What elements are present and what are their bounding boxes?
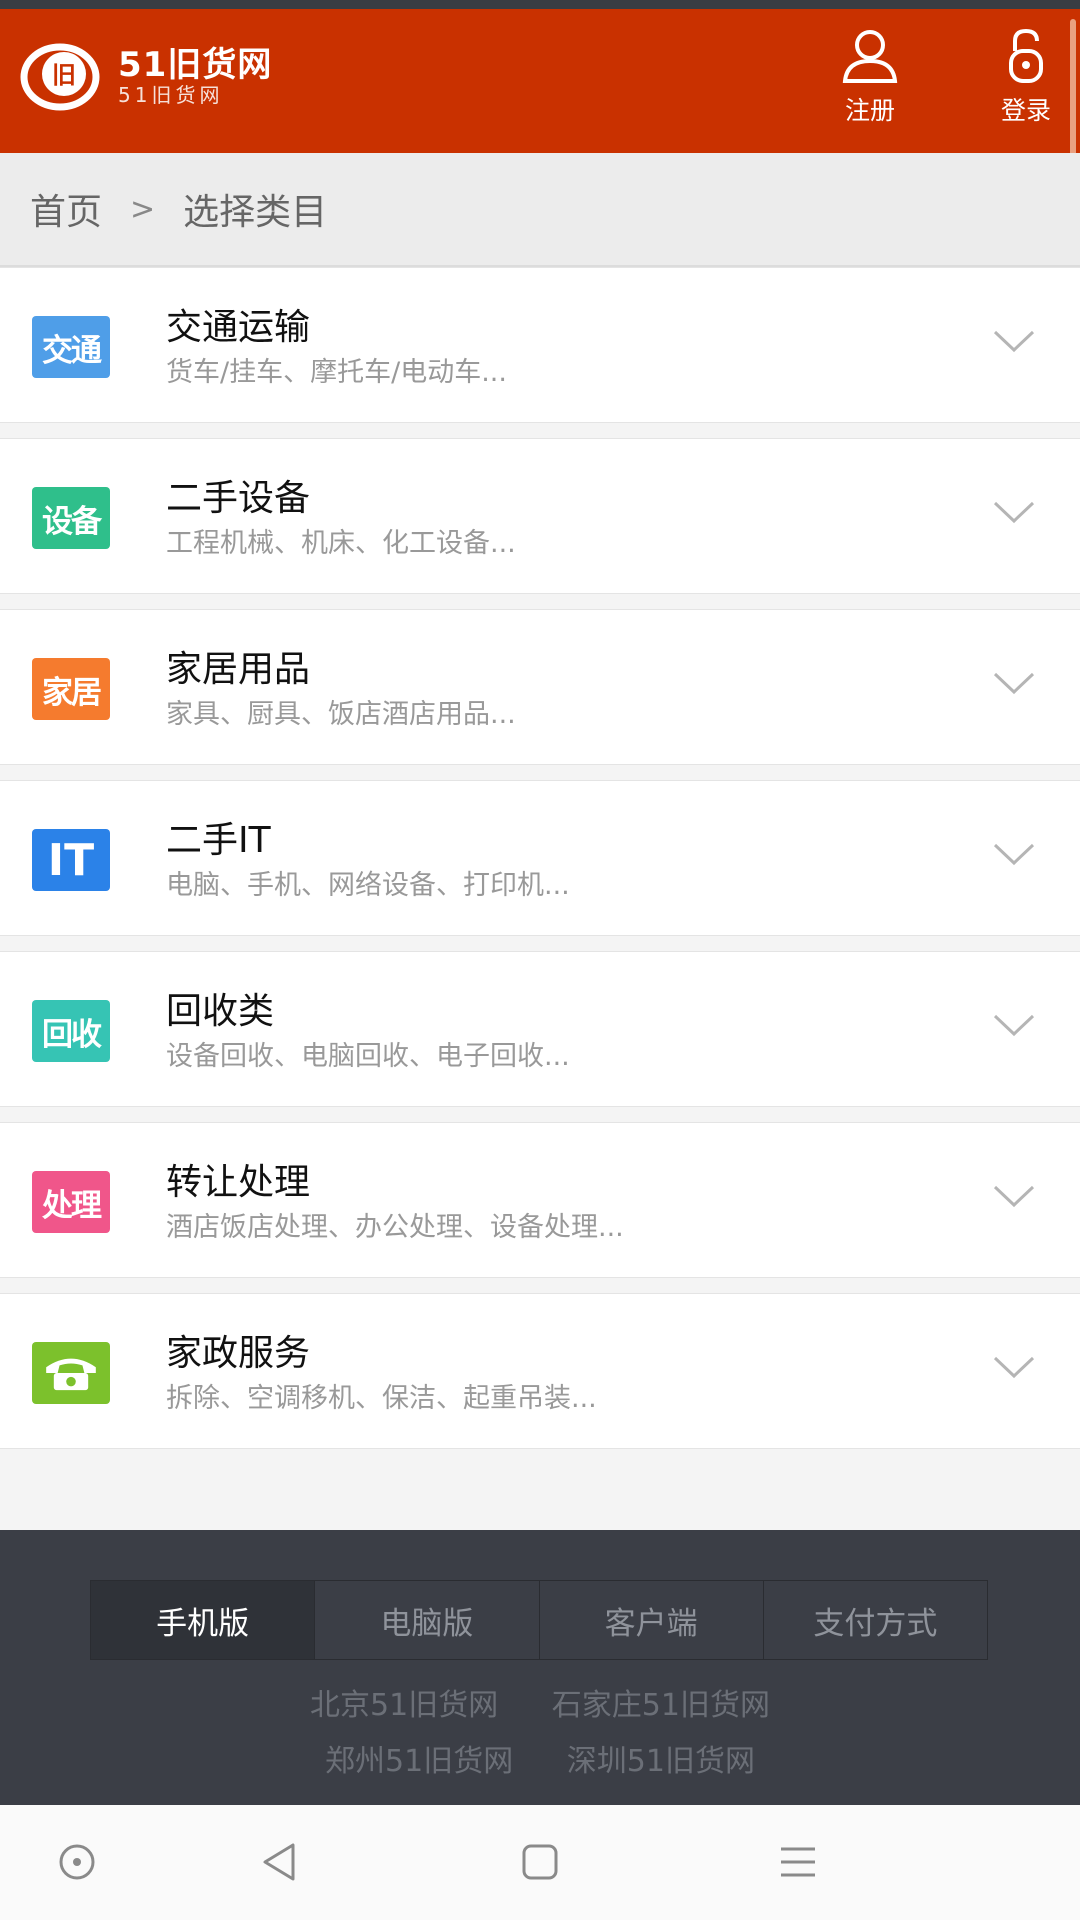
logo-mark-text: 旧 <box>52 61 76 89</box>
user-icon <box>842 30 898 83</box>
footer-tab-desktop[interactable]: 电脑版 <box>315 1581 540 1659</box>
footer-tabs: 手机版 电脑版 客户端 支付方式 <box>90 1580 988 1660</box>
chevron-down-icon[interactable] <box>992 1350 1036 1382</box>
category-item-home[interactable]: 家居 家居用品 家具、厨具、饭店酒店用品... <box>0 609 1080 765</box>
equipment-badge-icon: 设备 <box>32 487 110 549</box>
site-header: 旧 51旧货网 51旧货网 注册 登录 <box>0 9 1080 159</box>
circle-dot-icon[interactable] <box>52 1837 102 1887</box>
footer-tab-client[interactable]: 客户端 <box>540 1581 764 1659</box>
home-badge-icon: 家居 <box>32 658 110 720</box>
category-title: 转让处理 <box>166 1162 311 1203</box>
category-item-equipment[interactable]: 设备 二手设备 工程机械、机床、化工设备... <box>0 438 1080 594</box>
category-description: 电脑、手机、网络设备、打印机... <box>166 870 570 901</box>
category-description: 货车/挂车、摩托车/电动车... <box>166 357 507 388</box>
system-navigation-bar <box>0 1805 1080 1920</box>
breadcrumb-home-link[interactable]: 首页 <box>30 183 102 235</box>
site-logo[interactable]: 旧 51旧货网 51旧货网 <box>20 35 272 117</box>
breadcrumb: 首页 > 选择类目 <box>0 153 1080 267</box>
category-description: 拆除、空调移机、保洁、起重吊装... <box>166 1383 597 1414</box>
category-title: 家政服务 <box>166 1333 311 1374</box>
recycling-badge-icon: 回收 <box>32 1000 110 1062</box>
category-description: 家具、厨具、饭店酒店用品... <box>166 699 516 730</box>
category-title: 交通运输 <box>166 307 311 348</box>
status-bar <box>0 0 1080 9</box>
footer-tab-payment[interactable]: 支付方式 <box>764 1581 987 1659</box>
city-link-shijiazhuang[interactable]: 石家庄51旧货网 <box>552 1688 770 1723</box>
category-item-recycling[interactable]: 回收 回收类 设备回收、电脑回收、电子回收... <box>0 951 1080 1107</box>
home-square-icon[interactable] <box>515 1837 565 1887</box>
city-link-zhengzhou[interactable]: 郑州51旧货网 <box>325 1744 513 1779</box>
it-badge-icon: IT <box>32 829 110 891</box>
category-item-transport[interactable]: 交通 交通运输 货车/挂车、摩托车/电动车... <box>0 267 1080 423</box>
login-label: 登录 <box>1000 96 1051 125</box>
category-description: 工程机械、机床、化工设备... <box>166 528 516 559</box>
site-footer: 手机版 电脑版 客户端 支付方式 北京51旧货网 石家庄51旧货网 郑州51旧货… <box>0 1530 1080 1805</box>
logo-title: 51旧货网 <box>118 45 273 85</box>
chevron-down-icon[interactable] <box>992 1179 1036 1211</box>
category-description: 酒店饭店处理、办公处理、设备处理... <box>166 1212 624 1243</box>
chevron-down-icon[interactable] <box>992 495 1036 527</box>
category-title: 二手设备 <box>166 478 311 519</box>
breadcrumb-current: 选择类目 <box>183 192 328 233</box>
chevron-down-icon[interactable] <box>992 837 1036 869</box>
chevron-down-icon[interactable] <box>992 1008 1036 1040</box>
unlock-icon <box>1009 28 1043 83</box>
back-triangle-icon[interactable] <box>255 1837 305 1887</box>
chevron-down-icon[interactable] <box>992 666 1036 698</box>
category-list: 交通 交通运输 货车/挂车、摩托车/电动车... 设备 二手设备 工程机械、机床… <box>0 267 1080 1464</box>
register-button[interactable]: 注册 <box>822 27 918 137</box>
category-title: 回收类 <box>166 991 275 1032</box>
scrollbar[interactable] <box>1070 19 1076 159</box>
city-links: 北京51旧货网 石家庄51旧货网 郑州51旧货网 深圳51旧货网 <box>0 1678 1080 1790</box>
transport-badge-icon: 交通 <box>32 316 110 378</box>
city-link-shenzhen[interactable]: 深圳51旧货网 <box>567 1744 755 1779</box>
breadcrumb-separator: > <box>130 191 156 227</box>
category-item-housekeeping[interactable]: 家政服务 拆除、空调移机、保洁、起重吊装... <box>0 1293 1080 1449</box>
footer-tab-mobile[interactable]: 手机版 <box>91 1581 316 1659</box>
category-item-it[interactable]: IT 二手IT 电脑、手机、网络设备、打印机... <box>0 780 1080 936</box>
chevron-down-icon[interactable] <box>992 324 1036 356</box>
transfer-badge-icon: 处理 <box>32 1171 110 1233</box>
category-item-transfer[interactable]: 处理 转让处理 酒店饭店处理、办公处理、设备处理... <box>0 1122 1080 1278</box>
logo-subtitle: 51旧货网 <box>118 83 224 107</box>
category-title: 家居用品 <box>166 649 311 690</box>
menu-lines-icon[interactable] <box>773 1837 823 1887</box>
city-link-beijing[interactable]: 北京51旧货网 <box>310 1688 498 1723</box>
register-label: 注册 <box>844 96 895 125</box>
category-title: 二手IT <box>166 820 271 861</box>
login-button[interactable]: 登录 <box>978 27 1074 137</box>
phone-icon <box>32 1342 110 1404</box>
category-description: 设备回收、电脑回收、电子回收... <box>166 1041 570 1072</box>
logo-mark-icon: 旧 <box>20 43 100 111</box>
